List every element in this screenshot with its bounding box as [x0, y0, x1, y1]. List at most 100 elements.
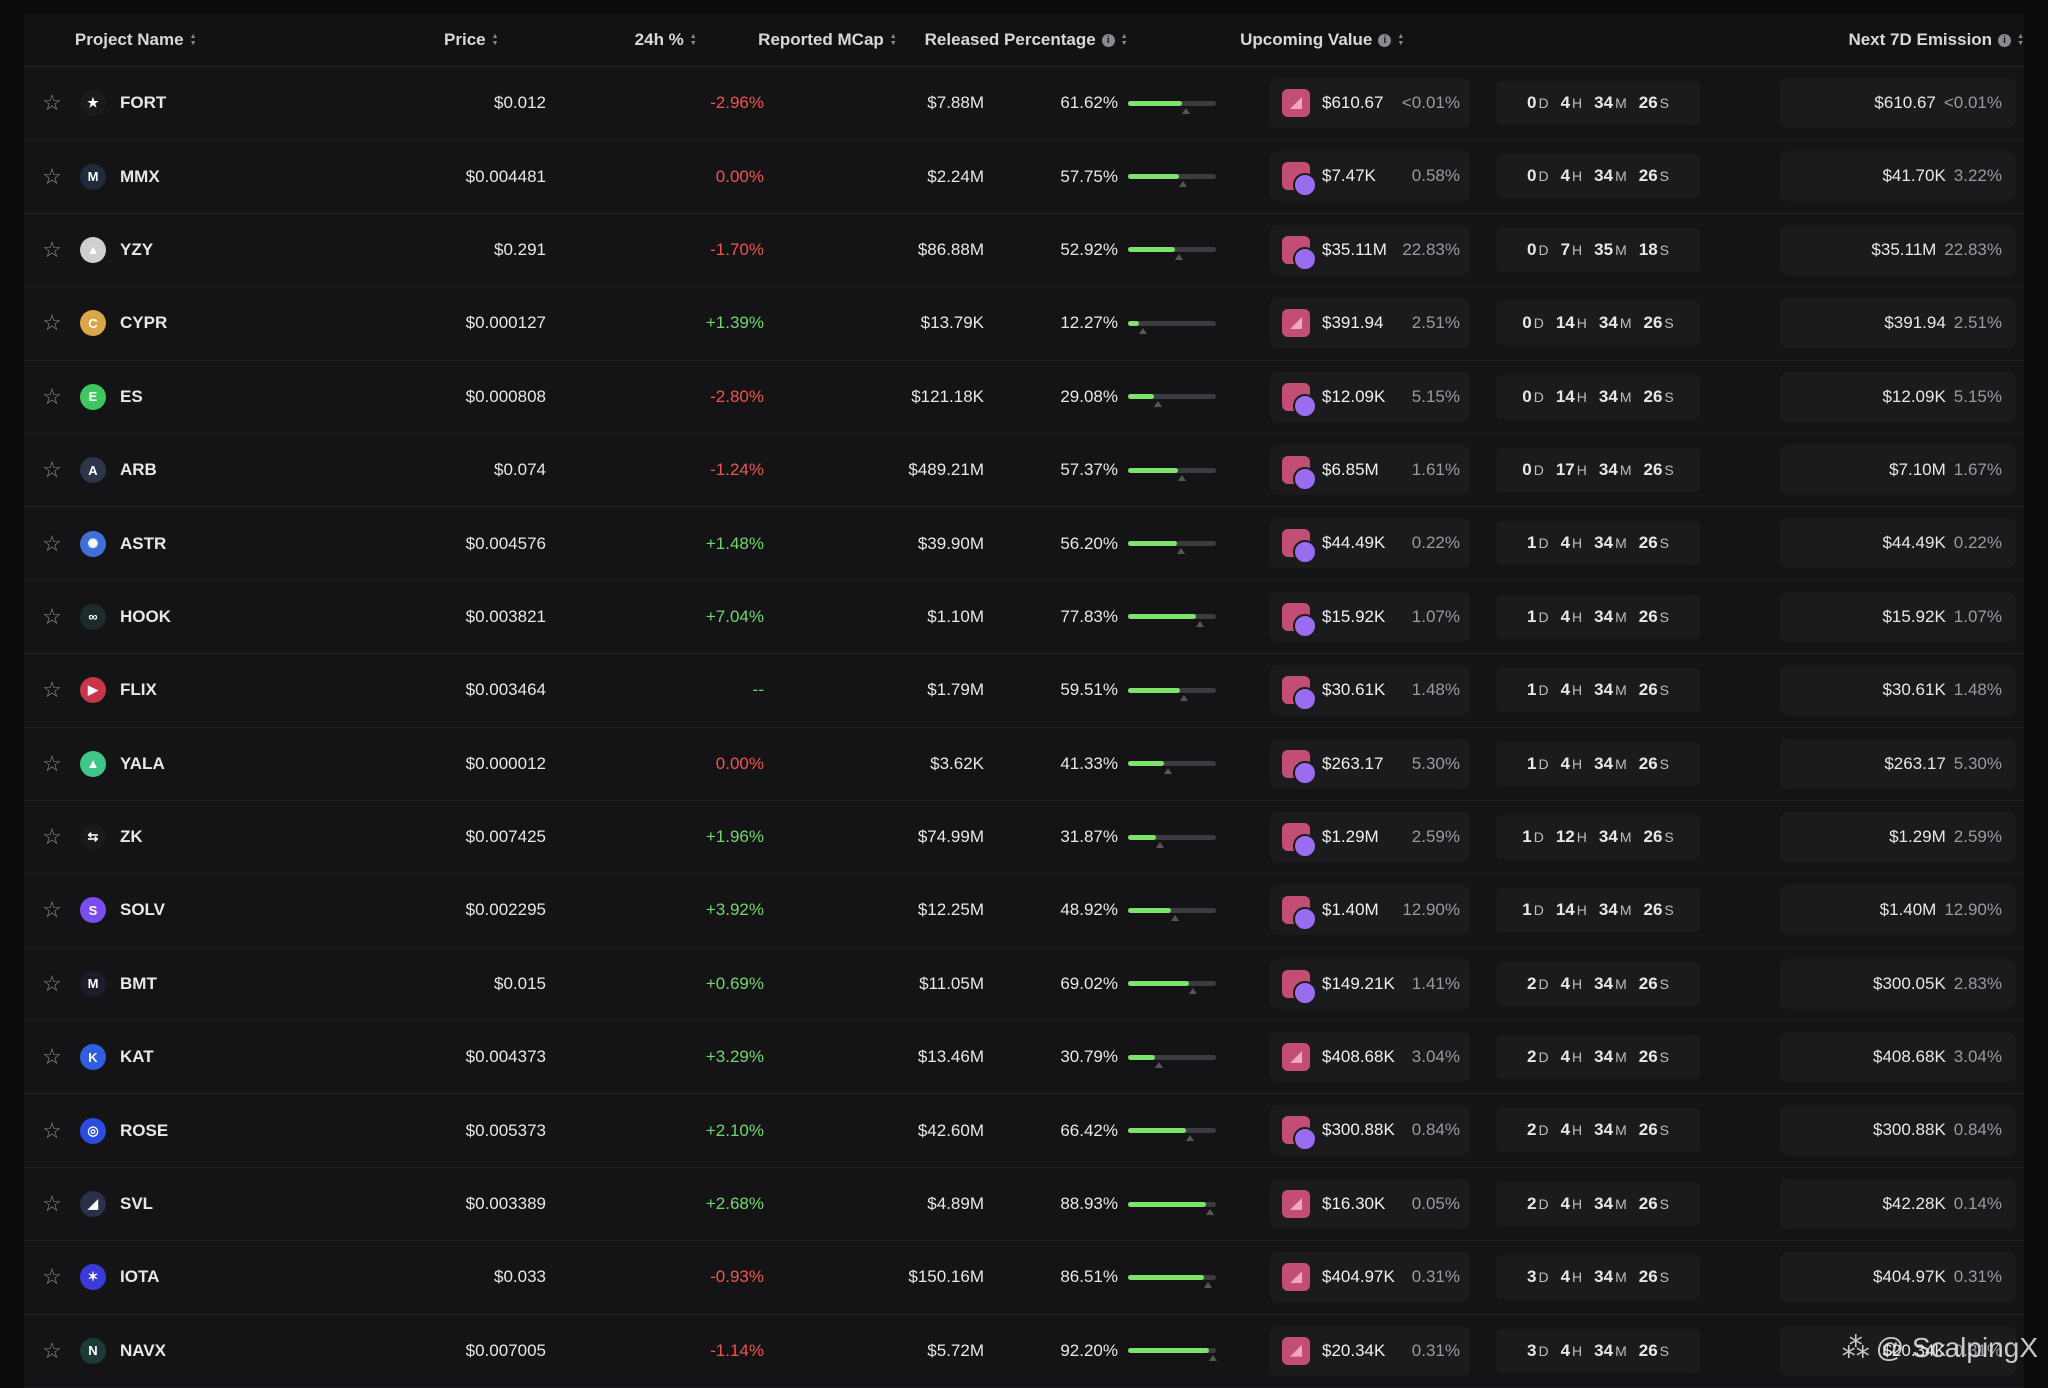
next-7d-emission-card[interactable]: $1.29M 2.59% — [1780, 811, 2016, 862]
upcoming-value-card[interactable]: $610.67 <0.01% — [1270, 78, 1470, 128]
favorite-star-icon[interactable]: ☆ — [24, 677, 80, 703]
next-7d-emission-card[interactable]: $44.49K 0.22% — [1780, 518, 2016, 569]
table-row[interactable]: ☆ ✶ IOTA $0.033 -0.93% $150.16M 86.51% $… — [24, 1241, 2024, 1315]
table-row[interactable]: ☆ ▶ FLIX $0.003464 -- $1.79M 59.51% $30.… — [24, 654, 2024, 728]
table-row[interactable]: ☆ M BMT $0.015 +0.69% $11.05M 69.02% $14… — [24, 948, 2024, 1022]
upcoming-value-card[interactable]: $20.34K 0.31% — [1270, 1325, 1470, 1376]
released-progress-bar — [1118, 541, 1238, 555]
favorite-star-icon[interactable]: ☆ — [24, 751, 80, 777]
next-7d-emission-card[interactable]: $7.10M 1.67% — [1780, 444, 2016, 495]
project-name-cell[interactable]: E ES — [80, 383, 310, 410]
project-name-cell[interactable]: K KAT — [80, 1044, 310, 1071]
favorite-star-icon[interactable]: ☆ — [24, 90, 80, 116]
favorite-star-icon[interactable]: ☆ — [24, 310, 80, 336]
table-row[interactable]: ☆ ★ FORT $0.012 -2.96% $7.88M 61.62% $61… — [24, 67, 2024, 141]
upcoming-value-card[interactable]: $149.21K 1.41% — [1270, 958, 1470, 1009]
next-7d-emission-card[interactable]: $300.05K 2.83% — [1780, 958, 2016, 1009]
favorite-star-icon[interactable]: ☆ — [24, 164, 80, 190]
column-header-24h[interactable]: 24h % ▲ ▼ — [499, 30, 697, 50]
favorite-star-icon[interactable]: ☆ — [24, 971, 80, 997]
column-header-upcoming[interactable]: Upcoming Value i ▲ ▼ — [1128, 30, 1517, 50]
project-name-cell[interactable]: ▶ FLIX — [80, 677, 310, 704]
info-icon[interactable]: i — [1378, 33, 1392, 47]
project-name-cell[interactable]: ∞ HOOK — [80, 603, 310, 630]
next-7d-emission-card[interactable]: $1.40M 12.90% — [1780, 885, 2016, 936]
upcoming-value-card[interactable]: $263.17 5.30% — [1270, 738, 1470, 789]
table-row[interactable]: ☆ S SOLV $0.002295 +3.92% $12.25M 48.92%… — [24, 874, 2024, 948]
project-name-cell[interactable]: ★ FORT — [80, 90, 310, 117]
upcoming-value-card[interactable]: $30.61K 1.48% — [1270, 665, 1470, 716]
project-name-cell[interactable]: ◎ ROSE — [80, 1117, 310, 1144]
table-row[interactable]: ☆ ▲ YALA $0.000012 0.00% $3.62K 41.33% $… — [24, 728, 2024, 801]
favorite-star-icon[interactable]: ☆ — [24, 457, 80, 483]
next-7d-emission-card[interactable]: $391.94 2.51% — [1780, 298, 2016, 349]
table-row[interactable]: ☆ ◢ SVL $0.003389 +2.68% $4.89M 88.93% $… — [24, 1168, 2024, 1242]
column-header-emission[interactable]: Next 7D Emission i ▲ ▼ — [1517, 30, 2024, 50]
favorite-star-icon[interactable]: ☆ — [24, 1264, 80, 1290]
upcoming-value-card[interactable]: $6.85M 1.61% — [1270, 444, 1470, 495]
table-row[interactable]: ☆ ◎ ROSE $0.005373 +2.10% $42.60M 66.42%… — [24, 1094, 2024, 1168]
project-name-cell[interactable]: ▲ YZY — [80, 236, 310, 263]
favorite-star-icon[interactable]: ☆ — [24, 1044, 80, 1070]
favorite-star-icon[interactable]: ☆ — [24, 237, 80, 263]
favorite-star-icon[interactable]: ☆ — [24, 531, 80, 557]
table-row[interactable]: ☆ K KAT $0.004373 +3.29% $13.46M 30.79% … — [24, 1021, 2024, 1095]
next-7d-emission-card[interactable]: $15.92K 1.07% — [1780, 591, 2016, 642]
next-7d-emission-card[interactable]: $300.88K 0.84% — [1780, 1105, 2016, 1156]
table-row[interactable]: ☆ ▲ YZY $0.291 -1.70% $86.88M 52.92% $35… — [24, 214, 2024, 288]
project-name-cell[interactable]: ✺ ASTR — [80, 530, 310, 557]
favorite-star-icon[interactable]: ☆ — [24, 824, 80, 850]
table-row[interactable]: ☆ ⇆ ZK $0.007425 +1.96% $74.99M 31.87% $… — [24, 801, 2024, 875]
favorite-star-icon[interactable]: ☆ — [24, 1338, 80, 1364]
upcoming-value-card[interactable]: $300.88K 0.84% — [1270, 1105, 1470, 1156]
favorite-star-icon[interactable]: ☆ — [24, 604, 80, 630]
project-name-cell[interactable]: ✶ IOTA — [80, 1264, 310, 1291]
project-name-cell[interactable]: N NAVX — [80, 1337, 310, 1364]
next-7d-emission-card[interactable]: $408.68K 3.04% — [1780, 1032, 2016, 1083]
next-7d-emission-card[interactable]: $41.70K 3.22% — [1780, 151, 2016, 202]
project-name-cell[interactable]: A ARB — [80, 457, 310, 484]
favorite-star-icon[interactable]: ☆ — [24, 1191, 80, 1217]
project-name-cell[interactable]: M BMT — [80, 970, 310, 997]
next-7d-emission-card[interactable]: $263.17 5.30% — [1780, 738, 2016, 789]
info-icon[interactable]: i — [1998, 33, 2012, 47]
upcoming-value-card[interactable]: $44.49K 0.22% — [1270, 518, 1470, 569]
table-row[interactable]: ☆ ✺ ASTR $0.004576 +1.48% $39.90M 56.20%… — [24, 507, 2024, 581]
upcoming-value-card[interactable]: $1.40M 12.90% — [1270, 885, 1470, 936]
upcoming-value-card[interactable]: $15.92K 1.07% — [1270, 591, 1470, 642]
project-name-cell[interactable]: ◢ SVL — [80, 1191, 310, 1218]
column-header-project-name[interactable]: Project Name ▲ ▼ — [75, 30, 284, 50]
project-name-cell[interactable]: M MMX — [80, 163, 310, 190]
upcoming-value-card[interactable]: $7.47K 0.58% — [1270, 151, 1470, 202]
project-name-cell[interactable]: ⇆ ZK — [80, 824, 310, 851]
table-row[interactable]: ☆ E ES $0.000808 -2.80% $121.18K 29.08% … — [24, 361, 2024, 434]
next-7d-emission-card[interactable]: $12.09K 5.15% — [1780, 371, 2016, 422]
upcoming-value-card[interactable]: $35.11M 22.83% — [1270, 224, 1470, 275]
column-header-price[interactable]: Price ▲ ▼ — [284, 30, 499, 50]
upcoming-value-card[interactable]: $408.68K 3.04% — [1270, 1032, 1470, 1083]
upcoming-value-card[interactable]: $16.30K 0.05% — [1270, 1178, 1470, 1229]
table-row[interactable]: ☆ A ARB $0.074 -1.24% $489.21M 57.37% $6… — [24, 434, 2024, 508]
next-7d-emission-card[interactable]: $30.61K 1.48% — [1780, 665, 2016, 716]
next-7d-emission-card[interactable]: $35.11M 22.83% — [1780, 224, 2016, 275]
info-icon[interactable]: i — [1101, 33, 1115, 47]
upcoming-value-card[interactable]: $391.94 2.51% — [1270, 298, 1470, 349]
next-7d-emission-card[interactable]: $42.28K 0.14% — [1780, 1178, 2016, 1229]
project-name-cell[interactable]: C CYPR — [80, 310, 310, 337]
column-header-released[interactable]: Released Percentage i ▲ ▼ — [897, 30, 1128, 50]
upcoming-value-card[interactable]: $1.29M 2.59% — [1270, 811, 1470, 862]
favorite-star-icon[interactable]: ☆ — [24, 897, 80, 923]
upcoming-value-card[interactable]: $404.97K 0.31% — [1270, 1252, 1470, 1303]
favorite-star-icon[interactable]: ☆ — [24, 1118, 80, 1144]
favorite-star-icon[interactable]: ☆ — [24, 384, 80, 410]
project-name-cell[interactable]: S SOLV — [80, 897, 310, 924]
project-name-cell[interactable]: ▲ YALA — [80, 750, 310, 777]
next-7d-emission-card[interactable]: $404.97K 0.31% — [1780, 1252, 2016, 1303]
upcoming-value-card[interactable]: $12.09K 5.15% — [1270, 371, 1470, 422]
next-7d-emission-card[interactable]: $610.67 <0.01% — [1780, 78, 2016, 128]
table-row[interactable]: ☆ C CYPR $0.000127 +1.39% $13.79K 12.27%… — [24, 287, 2024, 361]
column-header-mcap[interactable]: Reported MCap ▲ ▼ — [697, 30, 897, 50]
table-row[interactable]: ☆ N NAVX $0.007005 -1.14% $5.72M 92.20% … — [24, 1315, 2024, 1388]
table-row[interactable]: ☆ M MMX $0.004481 0.00% $2.24M 57.75% $7… — [24, 140, 2024, 214]
table-row[interactable]: ☆ ∞ HOOK $0.003821 +7.04% $1.10M 77.83% … — [24, 581, 2024, 655]
